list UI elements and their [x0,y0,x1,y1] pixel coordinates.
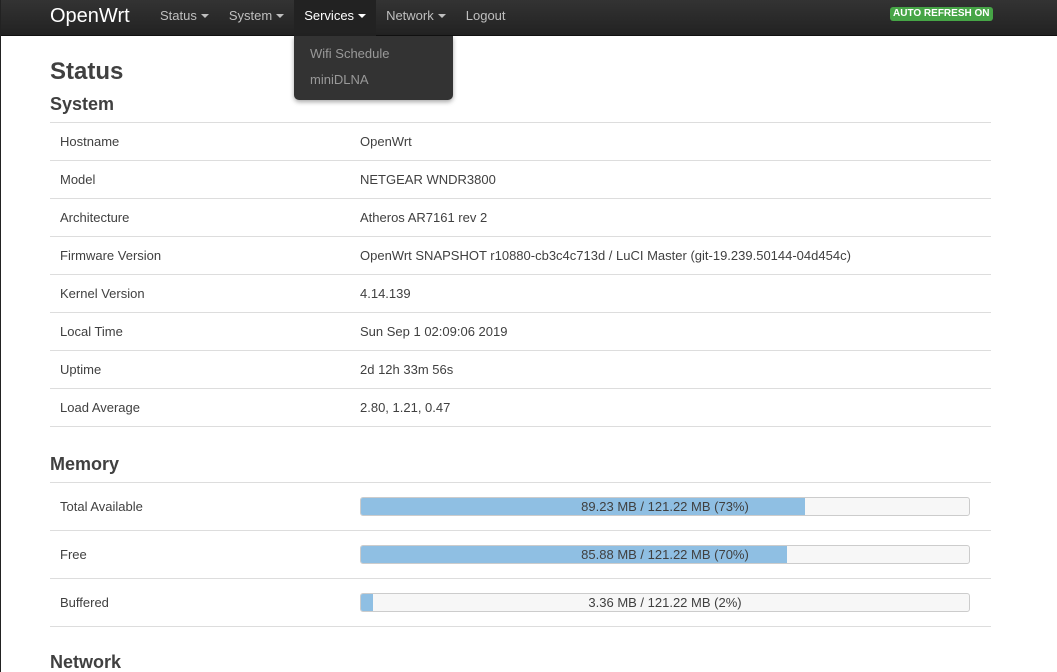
table-row: Buffered 3.36 MB / 121.22 MB (2%) [50,579,991,627]
menu-network-label: Network [386,8,434,23]
menu-network[interactable]: Network [376,0,456,36]
row-value: 89.23 MB / 121.22 MB (73%) [360,497,991,516]
table-row: Hostname OpenWrt [50,123,991,161]
row-value: 2.80, 1.21, 0.47 [360,400,451,415]
system-table: Hostname OpenWrt Model NETGEAR WNDR3800 Ar… [50,122,991,427]
row-value: 2d 12h 33m 56s [360,362,454,377]
memory-progress-bar: 85.88 MB / 121.22 MB (70%) [360,545,970,564]
row-value: 85.88 MB / 121.22 MB (70%) [360,545,991,564]
row-label: Buffered [60,595,109,610]
menu-services[interactable]: Services [294,0,377,36]
row-value: Atheros AR7161 rev 2 [360,210,488,225]
memory-progress-bar: 89.23 MB / 121.22 MB (73%) [360,497,970,516]
memory-section-title: Memory [50,454,120,474]
table-row: Uptime 2d 12h 33m 56s [50,351,991,389]
row-value: Sun Sep 1 02:09:06 2019 [360,324,508,339]
row-value: NETGEAR WNDR3800 [360,172,496,187]
table-row: Kernel Version 4.14.139 [50,275,991,313]
menu-logout[interactable]: Logout [456,0,516,36]
table-row: Local Time Sun Sep 1 02:09:06 2019 [50,313,991,351]
main-menu: Status System Services Network Logout [150,0,516,36]
top-navbar: OpenWrt Status System Services Network L… [1,0,1057,36]
progress-text: 3.36 MB / 121.22 MB (2%) [588,595,742,610]
dropdown-item-wifi-schedule[interactable]: Wifi Schedule [294,43,453,69]
services-dropdown: Wifi Schedule miniDLNA [294,36,453,100]
menu-status-label: Status [160,8,197,23]
row-label: Architecture [60,210,130,225]
row-value: 4.14.139 [360,286,411,301]
table-row: Load Average 2.80, 1.21, 0.47 [50,389,991,427]
auto-refresh-badge[interactable]: AUTO REFRESH ON [890,7,993,21]
table-row: Architecture Atheros AR7161 rev 2 [50,199,991,237]
row-label: Load Average [60,400,140,415]
chevron-down-icon [358,13,367,18]
dropdown-item-minidlna[interactable]: miniDLNA [294,69,453,95]
memory-table: Total Available 89.23 MB / 121.22 MB (73… [50,482,991,627]
row-label: Local Time [60,324,123,339]
row-value: OpenWrt SNAPSHOT r10880-cb3c4c713d / LuC… [360,248,851,263]
row-label: Kernel Version [60,286,145,301]
menu-logout-label: Logout [465,8,506,23]
table-row: Firmware Version OpenWrt SNAPSHOT r10880-… [50,237,991,275]
row-label: Total Available [60,499,143,514]
brand-logo[interactable]: OpenWrt [50,4,130,28]
table-row: Model NETGEAR WNDR3800 [50,161,991,199]
table-row: Total Available 89.23 MB / 121.22 MB (73… [50,483,991,531]
menu-status[interactable]: Status [150,0,219,36]
chevron-down-icon [437,13,446,18]
main-content: Status System Hostname OpenWrt Model NETGE… [50,56,991,672]
network-section-title: Network [50,652,122,672]
menu-system[interactable]: System [219,0,294,36]
progress-text: 89.23 MB / 121.22 MB (73%) [581,499,749,514]
memory-progress-bar: 3.36 MB / 121.22 MB (2%) [360,593,970,612]
menu-services-label: Services [304,8,355,23]
chevron-down-icon [200,13,209,18]
row-value: 3.36 MB / 121.22 MB (2%) [360,593,991,612]
row-label: Model [60,172,96,187]
page-title: Status [50,58,124,85]
menu-system-label: System [228,8,273,23]
table-row: Free 85.88 MB / 121.22 MB (70%) [50,531,991,579]
chevron-down-icon [276,13,285,18]
row-label: Free [60,547,87,562]
row-value: OpenWrt [360,134,412,149]
system-section-title: System [50,94,115,114]
row-label: Firmware Version [60,248,162,263]
progress-text: 85.88 MB / 121.22 MB (70%) [581,547,749,562]
row-label: Uptime [60,362,102,377]
row-label: Hostname [60,134,120,149]
